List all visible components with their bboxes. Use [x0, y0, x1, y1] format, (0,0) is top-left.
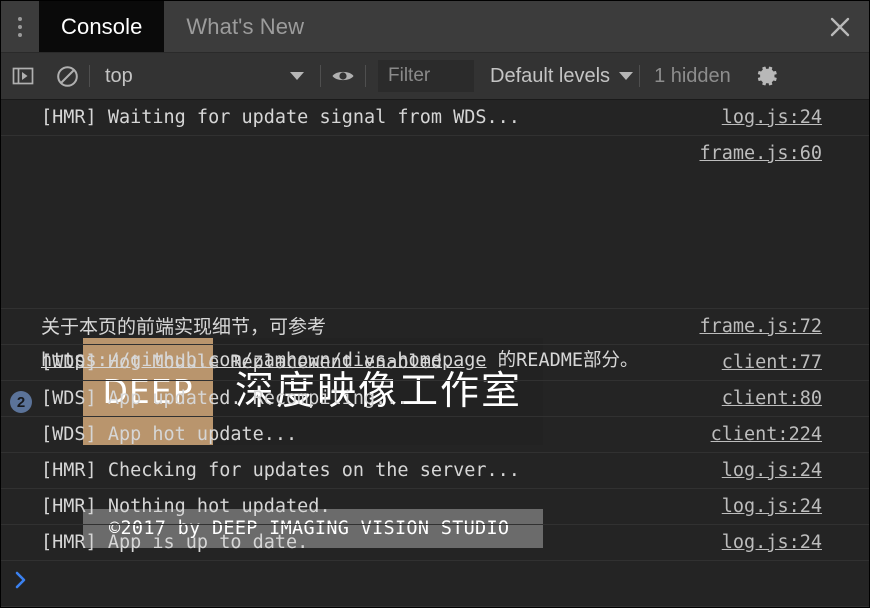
console-message[interactable]: [HMR] Waiting for update signal from WDS… — [1, 100, 869, 136]
message-gutter — [1, 453, 41, 489]
log-level-selector[interactable]: Default levels — [482, 53, 639, 99]
message-text: [WDS] App hot update... — [41, 424, 298, 445]
chevron-down-icon — [619, 72, 634, 80]
kebab-dot — [18, 24, 22, 29]
message-text: [HMR] Waiting for update signal from WDS… — [41, 107, 520, 128]
filter-input[interactable]: Filter — [378, 60, 474, 92]
message-source-link[interactable]: log.js:24 — [708, 525, 869, 562]
clear-console-button[interactable] — [45, 53, 89, 99]
tab-whats-new-label: What's New — [186, 13, 305, 39]
toolbar-divider — [365, 65, 366, 87]
chevron-down-icon — [290, 72, 304, 80]
message-source-link[interactable]: log.js:24 — [708, 489, 869, 526]
console-settings-button[interactable] — [743, 53, 791, 99]
show-console-sidebar-button[interactable] — [1, 53, 45, 99]
eye-icon — [332, 71, 354, 81]
message-text: [HMR] App is up to date. — [41, 532, 309, 553]
message-text: [HMR] Checking for updates on the server… — [41, 460, 520, 481]
tab-console-label: Console — [61, 13, 143, 39]
close-button[interactable] — [811, 1, 869, 52]
execution-context-value: top — [105, 64, 133, 87]
message-gutter: 2 — [1, 381, 41, 417]
console-message[interactable]: [HMR] App is up to date. log.js:24 — [1, 525, 869, 561]
console-message[interactable]: 2 [WDS] App updated. Recompiling... clie… — [1, 381, 869, 417]
kebab-menu-icon[interactable] — [1, 1, 39, 52]
message-source-link[interactable]: frame.js:72 — [685, 309, 869, 346]
repeat-count-badge[interactable]: 2 — [10, 391, 32, 413]
tab-whats-new[interactable]: What's New — [164, 1, 326, 52]
kebab-dot — [18, 16, 22, 21]
show-console-sidebar-icon — [12, 67, 34, 85]
log-level-value: Default levels — [490, 64, 611, 87]
tab-console[interactable]: Console — [39, 1, 165, 52]
tab-bar-spacer — [326, 1, 811, 52]
live-expression-button[interactable] — [321, 53, 365, 99]
execution-context-selector[interactable]: top — [90, 53, 320, 99]
prompt-arrow — [1, 566, 41, 591]
tab-bar: Console What's New — [1, 1, 869, 53]
console-message[interactable]: [HMR] Nothing hot updated. log.js:24 — [1, 489, 869, 525]
message-gutter — [1, 309, 41, 345]
message-source-link[interactable]: client:224 — [697, 417, 869, 454]
filter-placeholder: Filter — [388, 65, 431, 86]
console-message[interactable]: [HMR] Checking for updates on the server… — [1, 453, 869, 489]
message-text: [HMR] Nothing hot updated. — [41, 496, 331, 517]
message-text: [WDS] App updated. Recompiling... — [41, 388, 409, 409]
console-message[interactable]: 关于本页的前端实现细节，可参考 https://github.com/zamho… — [1, 309, 869, 371]
console-message[interactable]: DEEP 深度映像工作室 ©2017 by DEEP IMAGING VISIO… — [1, 136, 869, 548]
message-gutter — [1, 489, 41, 525]
devtools-console-window: Console What's New top Filter Default le… — [0, 0, 870, 608]
message-gutter — [1, 136, 41, 172]
message-source-link[interactable]: client:77 — [708, 345, 869, 382]
kebab-dot — [18, 32, 22, 37]
message-gutter — [1, 345, 41, 381]
hidden-messages-count[interactable]: 1 hidden — [640, 65, 743, 88]
message-gutter — [1, 525, 41, 561]
message-source-link[interactable]: log.js:24 — [708, 453, 869, 490]
close-icon — [830, 17, 850, 36]
console-message[interactable]: [WDS] Hot Module Replacement enabled. cl… — [1, 345, 869, 381]
console-toolbar: top Filter Default levels 1 hidden — [1, 53, 869, 100]
chevron-right-icon — [15, 571, 26, 589]
message-source-link[interactable]: log.js:24 — [708, 100, 869, 137]
message-gutter — [1, 417, 41, 453]
message-source-link[interactable]: frame.js:60 — [685, 136, 869, 173]
message-text: [WDS] Hot Module Replacement enabled. — [41, 352, 454, 373]
console-message-list[interactable]: [HMR] Waiting for update signal from WDS… — [1, 100, 869, 607]
message-gutter — [1, 100, 41, 136]
clear-console-icon — [56, 65, 78, 87]
message-source-link[interactable]: client:80 — [708, 381, 869, 418]
gear-icon — [757, 66, 777, 86]
message-prefix: 关于本页的前端实现细节，可参考 — [41, 316, 333, 338]
console-message[interactable]: [WDS] App hot update... client:224 — [1, 417, 869, 453]
